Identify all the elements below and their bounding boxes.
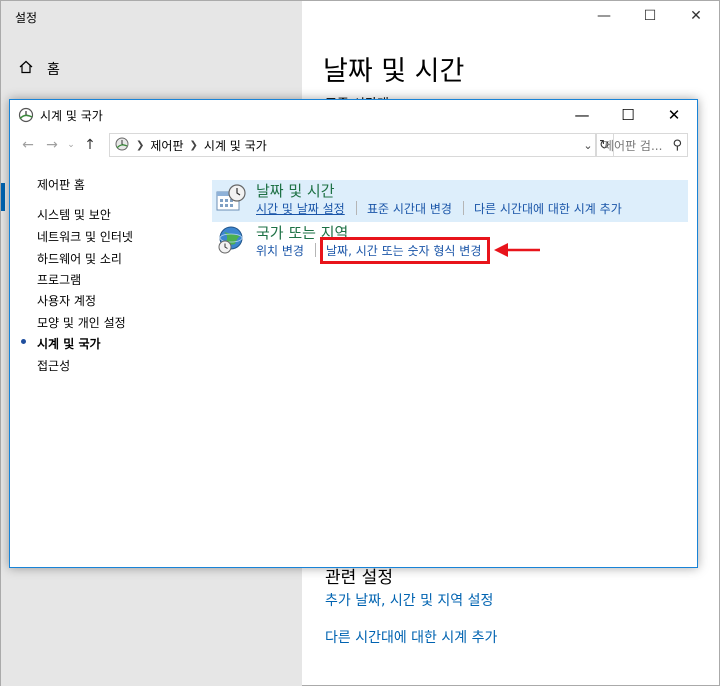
breadcrumb-separator[interactable]: ❯ (136, 140, 144, 151)
sidebar-item-system-security[interactable]: 시스템 및 보안 (37, 206, 111, 223)
control-panel-window: 시계 및 국가 — ☐ ✕ ← → ⌄ ↑ ❯ 제어판 ❯ 시계 및 국가 ⌄ … (9, 99, 698, 568)
minimize-icon[interactable]: — (581, 1, 627, 31)
sidebar-item-accessibility[interactable]: 접근성 (37, 357, 70, 374)
sidebar-item-home[interactable]: 제어판 홈 (37, 176, 85, 193)
breadcrumb-separator[interactable]: ❯ (190, 140, 198, 151)
sidebar-item-clock-region[interactable]: 시계 및 국가 (21, 335, 101, 352)
window-title: 시계 및 국가 (40, 108, 103, 123)
calendar-clock-icon[interactable] (215, 182, 247, 214)
search-icon[interactable]: ⚲ (672, 138, 682, 153)
sidebar-item-appearance[interactable]: 모양 및 개인 설정 (37, 314, 126, 331)
home-icon (19, 60, 33, 78)
chevron-down-icon[interactable]: ⌄ (64, 140, 78, 150)
category-date-time-title[interactable]: 날짜 및 시간 (256, 180, 335, 201)
caption-buttons: — ☐ ✕ (559, 100, 697, 130)
clock-globe-icon (18, 107, 34, 123)
settings-home-label: 홈 (47, 62, 60, 78)
change-location-link[interactable]: 위치 변경 (256, 242, 304, 259)
sidebar-item-programs[interactable]: 프로그램 (37, 271, 81, 288)
address-bar[interactable]: ❯ 제어판 ❯ 시계 및 국가 ⌄ (109, 133, 597, 157)
close-icon[interactable]: ✕ (651, 100, 697, 130)
highlight-box (320, 237, 490, 264)
settings-caption-buttons: — ☐ ✕ (581, 1, 719, 31)
add-clocks-link[interactable]: 다른 시간대에 대한 시계 추가 (474, 200, 622, 217)
link-divider (463, 201, 464, 215)
add-clock-link[interactable]: 다른 시간대에 대한 시계 추가 (325, 627, 497, 647)
settings-title: 설정 (15, 11, 38, 25)
set-time-date-link[interactable]: 시간 및 날짜 설정 (256, 200, 345, 217)
close-icon[interactable]: ✕ (673, 1, 719, 31)
page-title: 날짜 및 시간 (323, 56, 465, 87)
control-panel-icon (114, 136, 130, 155)
up-arrow-icon[interactable]: ↑ (78, 137, 102, 153)
search-placeholder: 제어판 검... (603, 138, 663, 153)
breadcrumb-clock-region[interactable]: 시계 및 국가 (204, 137, 267, 154)
maximize-icon[interactable]: ☐ (627, 1, 673, 31)
globe-clock-icon[interactable] (215, 224, 247, 256)
title-bar[interactable]: 시계 및 국가 — ☐ ✕ (10, 100, 697, 130)
selected-indicator (1, 183, 5, 211)
sidebar-item-hardware[interactable]: 하드웨어 및 소리 (37, 250, 122, 267)
sidebar-item-network[interactable]: 네트워크 및 인터넷 (37, 228, 133, 245)
forward-icon[interactable]: → (40, 137, 64, 153)
minimize-icon[interactable]: — (559, 100, 605, 130)
additional-settings-link[interactable]: 추가 날짜, 시간 및 지역 설정 (325, 590, 493, 610)
settings-home-item[interactable]: 홈 (19, 59, 60, 79)
annotation-arrow-icon (492, 240, 542, 263)
chevron-down-icon[interactable]: ⌄ (580, 134, 596, 156)
address-row: ← → ⌄ ↑ ❯ 제어판 ❯ 시계 및 국가 ⌄ ↻ 제어판 검... ⚲ (10, 130, 697, 160)
active-bullet-icon (21, 339, 26, 344)
link-divider (356, 201, 357, 215)
sidebar-item-user-accounts[interactable]: 사용자 계정 (37, 292, 96, 309)
search-input[interactable]: 제어판 검... ⚲ (595, 133, 688, 157)
sidebar-item-label: 시계 및 국가 (37, 337, 101, 351)
change-timezone-link[interactable]: 표준 시간대 변경 (367, 200, 452, 217)
link-divider (315, 243, 316, 257)
breadcrumb-control-panel[interactable]: 제어판 (150, 137, 183, 154)
maximize-icon[interactable]: ☐ (605, 100, 651, 130)
back-icon[interactable]: ← (16, 137, 40, 153)
